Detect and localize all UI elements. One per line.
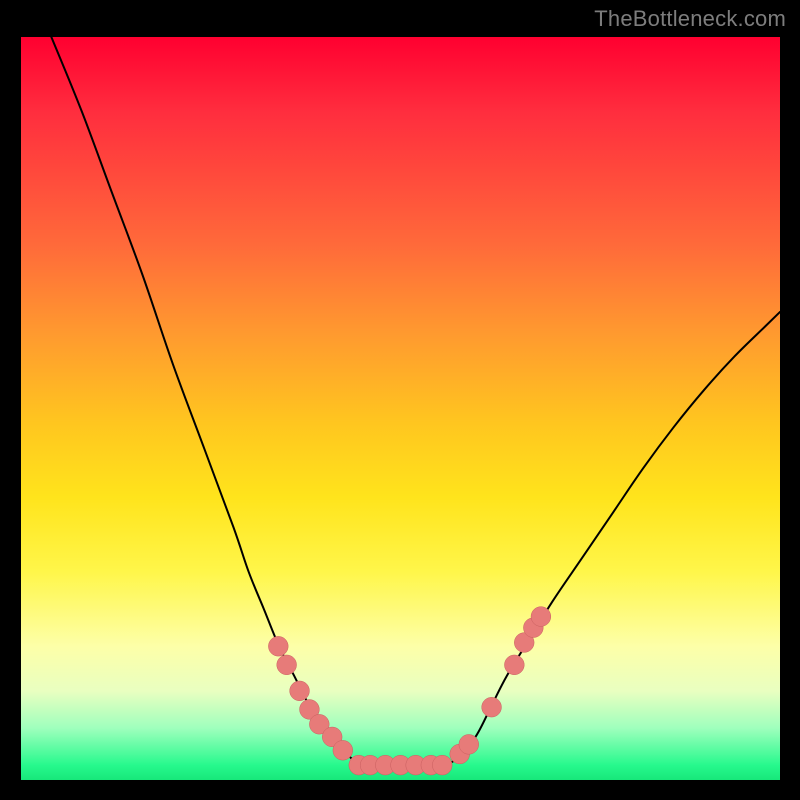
- curve-marker: [531, 607, 551, 627]
- watermark-text: TheBottleneck.com: [594, 6, 786, 32]
- v-curve-path: [51, 37, 780, 766]
- bottleneck-curve: [51, 37, 780, 766]
- chart-stage: TheBottleneck.com: [0, 0, 800, 800]
- curve-marker: [459, 734, 479, 754]
- curve-marker: [504, 655, 524, 675]
- plot-area: [21, 37, 780, 780]
- curve-markers: [268, 607, 550, 775]
- curve-marker: [277, 655, 297, 675]
- curve-marker: [290, 681, 310, 701]
- curve-marker: [268, 636, 288, 656]
- curve-marker: [432, 755, 452, 775]
- chart-overlay-svg: [21, 37, 780, 780]
- curve-marker: [482, 697, 502, 717]
- curve-marker: [333, 740, 353, 760]
